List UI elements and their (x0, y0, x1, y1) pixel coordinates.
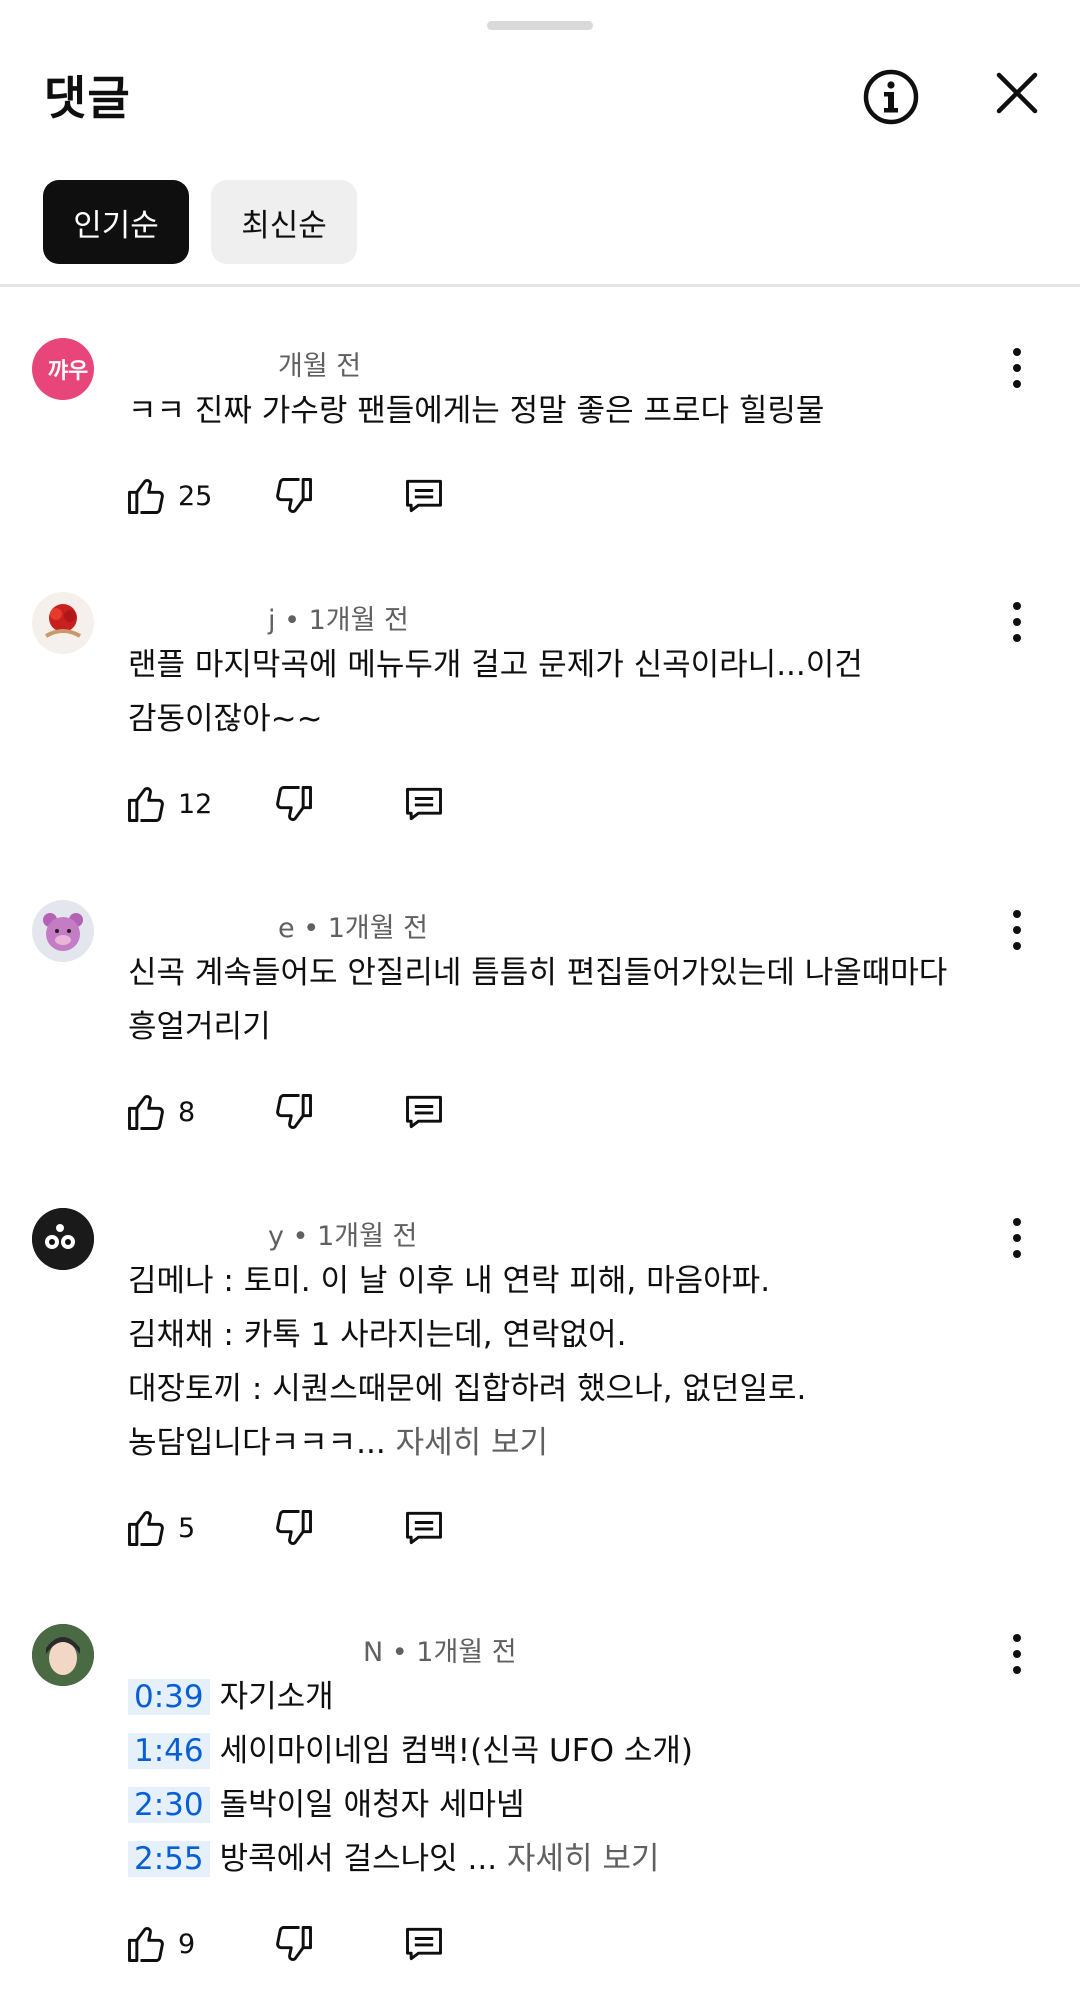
avatar-image (44, 604, 82, 638)
thumbs-up-icon (128, 1095, 164, 1130)
more-options-icon[interactable] (1003, 340, 1031, 396)
thumbs-up-icon (128, 787, 164, 822)
avatar-text: 꺄우 (47, 359, 89, 384)
like-button[interactable]: 12 (124, 776, 212, 832)
avatar[interactable] (32, 592, 94, 654)
comment-actions: 9 (124, 1916, 524, 1972)
comment-text: ㅋㅋ 진짜 가수랑 팬들에게는 정말 좋은 프로다 힐링물 (128, 393, 825, 429)
more-options-icon[interactable] (1003, 902, 1031, 958)
comment-text: 랜플 마지막곡에 메뉴두개 걸고 문제가 신곡이라니...이건 감동이잖아~~ (128, 647, 863, 737)
like-count: 9 (178, 1928, 196, 1960)
reply-button[interactable] (402, 1916, 446, 1972)
comment-actions: 5 (124, 1500, 524, 1556)
comment-text: 김메나 : 토미. 이 날 이후 내 연락 피해, 마음아파. 김채채 : 카톡… (128, 1263, 807, 1461)
dislike-button[interactable] (272, 776, 316, 832)
comment-meta: 개월 전 (128, 344, 361, 383)
reply-button[interactable] (402, 1084, 446, 1140)
timestamp-link[interactable]: 1:46 (128, 1733, 210, 1769)
like-button[interactable]: 9 (124, 1916, 195, 1972)
avatar[interactable] (32, 900, 94, 962)
comment-meta: e • 1개월 전 (128, 906, 428, 945)
dislike-button[interactable] (272, 1500, 316, 1556)
comment-time: e • 1개월 전 (278, 913, 428, 944)
more-options-icon[interactable] (1003, 594, 1031, 650)
sort-chips: 인기순 최신순 (43, 180, 357, 264)
reply-button[interactable] (402, 1500, 446, 1556)
close-icon[interactable] (996, 72, 1038, 114)
reply-button[interactable] (402, 468, 446, 524)
comment-time: y • 1개월 전 (268, 1221, 418, 1252)
comment-time: j • 1개월 전 (268, 605, 409, 636)
comment-text: 0:39 자기소개 1:46 세이마이네임 컴백!(신곡 UFO 소개) 2:30 돌… (128, 1670, 970, 1886)
sort-newest-chip[interactable]: 최신순 (211, 180, 357, 264)
comment-actions: 8 (124, 1084, 524, 1140)
more-options-icon[interactable] (1003, 1210, 1031, 1266)
thumbs-up-icon (128, 1927, 164, 1962)
like-button[interactable]: 8 (124, 1084, 195, 1140)
like-count: 12 (178, 788, 213, 820)
avatar[interactable] (32, 1624, 94, 1686)
info-icon[interactable] (862, 68, 920, 126)
like-count: 8 (178, 1096, 196, 1128)
comment-actions: 12 (124, 776, 524, 832)
avatar[interactable] (32, 1208, 94, 1270)
comment-time: N • 1개월 전 (363, 1637, 517, 1668)
reply-comment-icon (406, 787, 442, 821)
read-more-link[interactable]: 자세히 보기 (497, 1841, 659, 1877)
thumbs-up-icon (128, 1511, 164, 1546)
thumbs-down-icon (276, 1926, 312, 1961)
thumbs-down-icon (276, 478, 312, 513)
avatar[interactable]: 꺄우 (32, 338, 94, 400)
comment-meta: N • 1개월 전 (128, 1630, 517, 1669)
read-more-link[interactable]: 자세히 보기 (386, 1425, 548, 1461)
comment-time: 개월 전 (278, 351, 362, 382)
timestamp-link[interactable]: 2:55 (128, 1841, 210, 1877)
page-title: 댓글 (44, 71, 131, 125)
avatar-image (32, 1624, 94, 1686)
reply-comment-icon (406, 1511, 442, 1545)
dislike-button[interactable] (272, 1916, 316, 1972)
timestamp-link[interactable]: 0:39 (128, 1679, 210, 1715)
comments-header: 댓글 (0, 0, 1080, 190)
comment-text: 신곡 계속들어도 안질리네 틈틈히 편집들어가있는데 나올때마다 흥얼거리기 (128, 955, 948, 1045)
like-button[interactable]: 25 (124, 468, 212, 524)
reply-button[interactable] (402, 776, 446, 832)
like-count: 25 (178, 480, 213, 512)
more-options-icon[interactable] (1003, 1626, 1031, 1682)
reply-comment-icon (406, 1095, 442, 1129)
avatar-image (43, 913, 83, 951)
thumbs-up-icon (128, 479, 164, 514)
thumbs-down-icon (276, 1094, 312, 1129)
reply-comment-icon (406, 1927, 442, 1961)
thumbs-down-icon (276, 786, 312, 821)
sort-popular-chip[interactable]: 인기순 (43, 180, 189, 264)
comment-meta: y • 1개월 전 (128, 1214, 417, 1253)
like-count: 5 (178, 1512, 196, 1544)
divider (0, 284, 1080, 287)
reply-comment-icon (406, 479, 442, 513)
comment-meta: j • 1개월 전 (128, 598, 409, 637)
like-button[interactable]: 5 (124, 1500, 195, 1556)
avatar-image (32, 1208, 94, 1270)
comment-actions: 25 (124, 468, 524, 524)
dislike-button[interactable] (272, 1084, 316, 1140)
timestamp-link[interactable]: 2:30 (128, 1787, 210, 1823)
thumbs-down-icon (276, 1510, 312, 1545)
dislike-button[interactable] (272, 468, 316, 524)
